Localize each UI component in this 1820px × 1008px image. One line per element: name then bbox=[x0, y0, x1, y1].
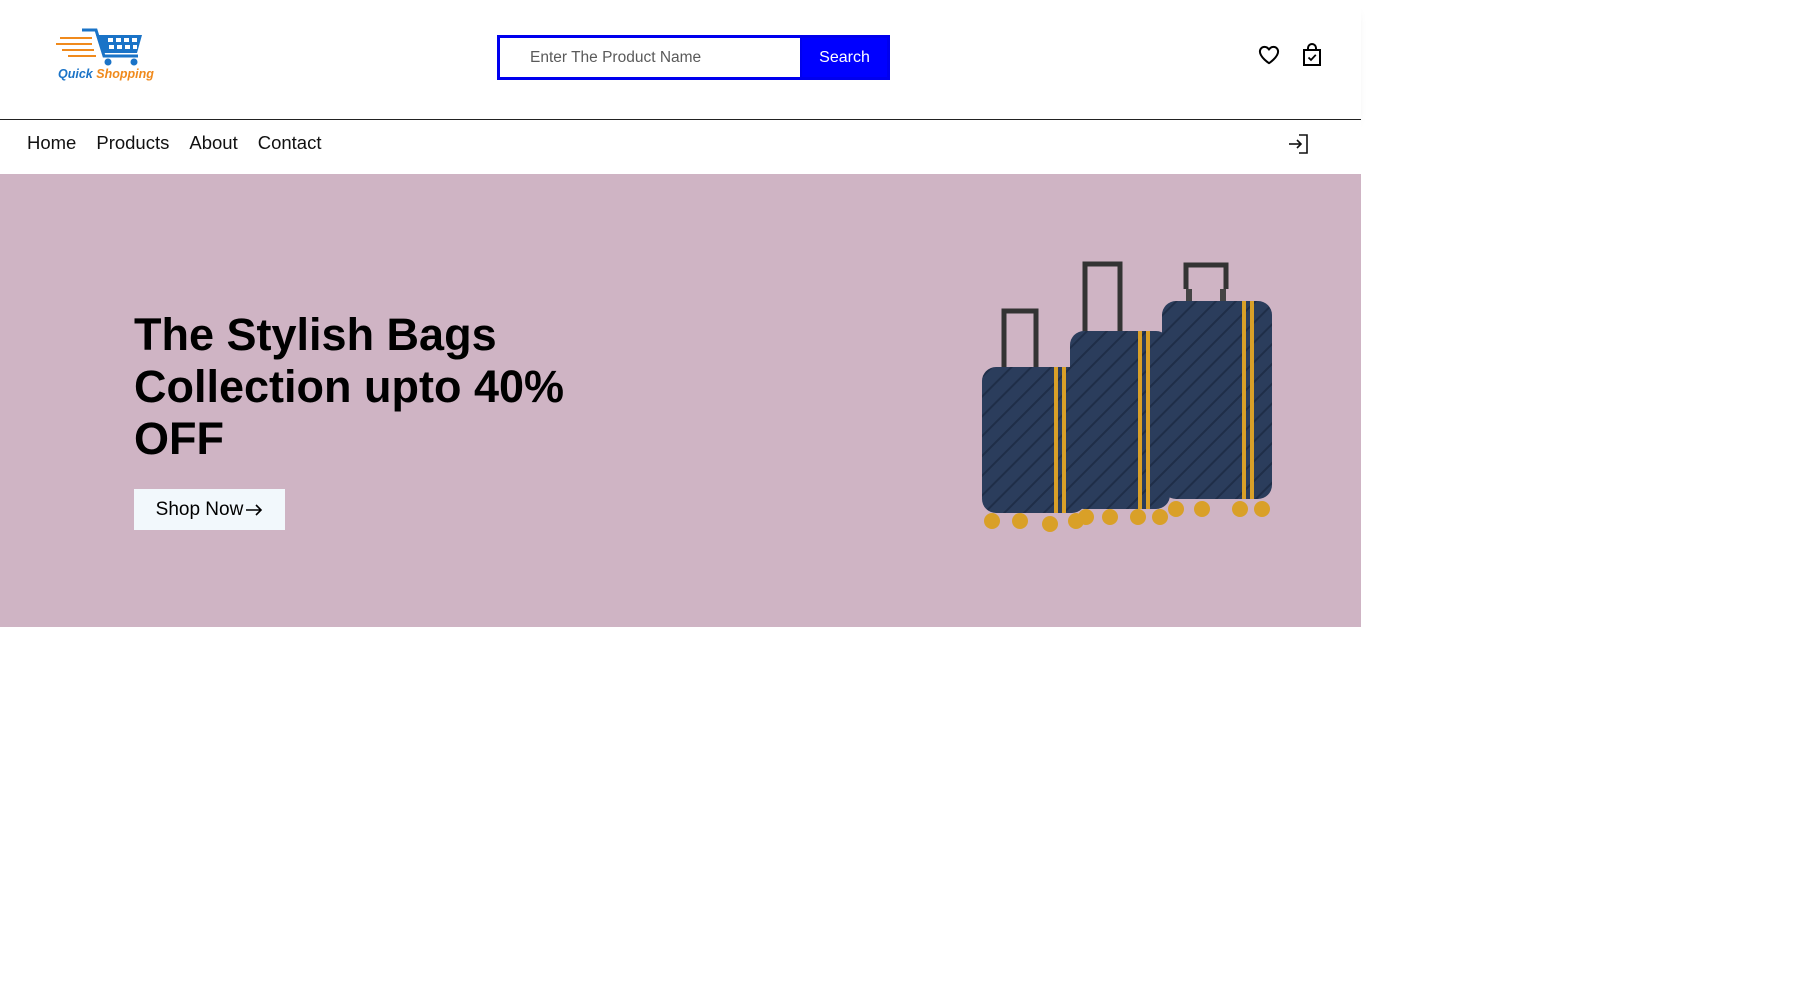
luggage-image bbox=[982, 261, 1272, 532]
search-bar: Search bbox=[497, 35, 890, 80]
search-button[interactable]: Search bbox=[800, 38, 887, 77]
shop-now-button[interactable]: Shop Now bbox=[134, 489, 285, 530]
site: Quick Shopping Search Home Products Abou… bbox=[0, 0, 1361, 627]
nav-item-products[interactable]: Products bbox=[96, 132, 169, 154]
hero-title: The Stylish Bags Collection upto 40% OFF bbox=[134, 309, 565, 464]
logo[interactable]: Quick Shopping bbox=[56, 26, 172, 84]
logo-word-shopping: Shopping bbox=[96, 67, 154, 81]
heart-icon bbox=[1258, 45, 1280, 65]
logo-word-quick: Quick bbox=[58, 67, 93, 81]
nav-item-home[interactable]: Home bbox=[27, 132, 76, 154]
login-button[interactable] bbox=[1287, 132, 1313, 158]
main-nav: Home Products About Contact bbox=[0, 120, 1361, 174]
search-input[interactable] bbox=[500, 38, 800, 77]
logo-text: Quick Shopping bbox=[58, 67, 154, 81]
nav-item-about[interactable]: About bbox=[189, 132, 237, 154]
cart-logo-icon bbox=[56, 28, 142, 66]
shopping-bag-icon bbox=[1303, 43, 1321, 66]
shop-now-label: Shop Now bbox=[155, 498, 244, 520]
nav-item-contact[interactable]: Contact bbox=[258, 132, 322, 154]
large-suitcase bbox=[1162, 262, 1272, 517]
arrow-right-icon bbox=[246, 503, 263, 516]
nav-links: Home Products About Contact bbox=[27, 132, 342, 154]
header: Quick Shopping Search bbox=[0, 0, 1361, 120]
cart-button[interactable] bbox=[1299, 42, 1325, 68]
wishlist-button[interactable] bbox=[1256, 42, 1282, 68]
login-icon bbox=[1289, 134, 1308, 154]
hero-banner: The Stylish Bags Collection upto 40% OFF… bbox=[0, 174, 1361, 627]
